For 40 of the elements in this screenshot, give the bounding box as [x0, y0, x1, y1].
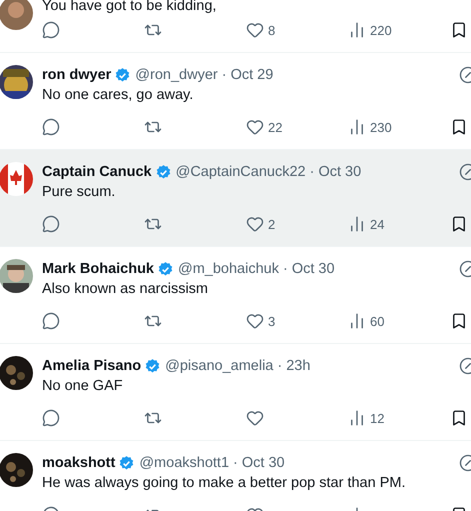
verified-badge-icon: [144, 358, 162, 374]
post-time[interactable]: Oct 29: [230, 67, 274, 83]
post-text: Also known as narcissism: [42, 280, 209, 299]
view-count: 12: [370, 410, 384, 426]
user-handle[interactable]: @pisano_amelia: [165, 358, 274, 374]
user-name[interactable]: Amelia Pisano: [42, 358, 142, 374]
like-count: 22: [268, 120, 282, 134]
user-handle[interactable]: @moakshott1: [139, 455, 230, 471]
separator-dot: ·: [310, 164, 314, 180]
post-text: No one cares, go away.: [42, 86, 194, 105]
post-text: Pure scum.: [42, 183, 116, 202]
user-handle[interactable]: @ron_dwyer: [135, 67, 218, 83]
verified-badge-icon: [154, 164, 172, 180]
user-handle[interactable]: @m_bohaichuk: [178, 261, 279, 277]
tweet-card[interactable]: Captain Canuck @CaptainCanuck22 · Oct 30 Pure scum. 2 24: [0, 150, 471, 247]
separator-dot: ·: [282, 261, 288, 277]
post-text: No one GAF: [42, 377, 124, 396]
separator-dot: ·: [222, 67, 227, 83]
like-count: 2: [268, 216, 276, 232]
user-name[interactable]: moakshott: [42, 455, 116, 471]
separator-dot: ·: [277, 358, 282, 374]
view-count: 230: [370, 120, 392, 134]
user-name[interactable]: ron dwyer: [42, 67, 112, 83]
verified-badge-icon: [118, 454, 136, 472]
post-text: He was always going to make a better pop star than PM.: [42, 474, 406, 493]
user-name[interactable]: Captain Canuck: [42, 164, 152, 180]
like-count: 3: [268, 314, 276, 328]
post-time[interactable]: Oct 30: [318, 164, 362, 180]
verified-badge-icon: [114, 66, 132, 84]
view-count: 24: [370, 216, 384, 232]
user-name[interactable]: Mark Bohaichuk: [42, 261, 154, 277]
view-count: 60: [370, 314, 384, 328]
like-count: 8: [268, 22, 276, 38]
verified-badge-icon: [157, 260, 174, 278]
separator-dot: ·: [233, 455, 238, 471]
post-time[interactable]: Oct 30: [292, 261, 335, 277]
post-time[interactable]: Oct 30: [242, 455, 285, 471]
user-handle[interactable]: @CaptainCanuck22: [176, 164, 306, 180]
post-time[interactable]: 23h: [286, 358, 310, 374]
view-count: 220: [370, 22, 392, 38]
